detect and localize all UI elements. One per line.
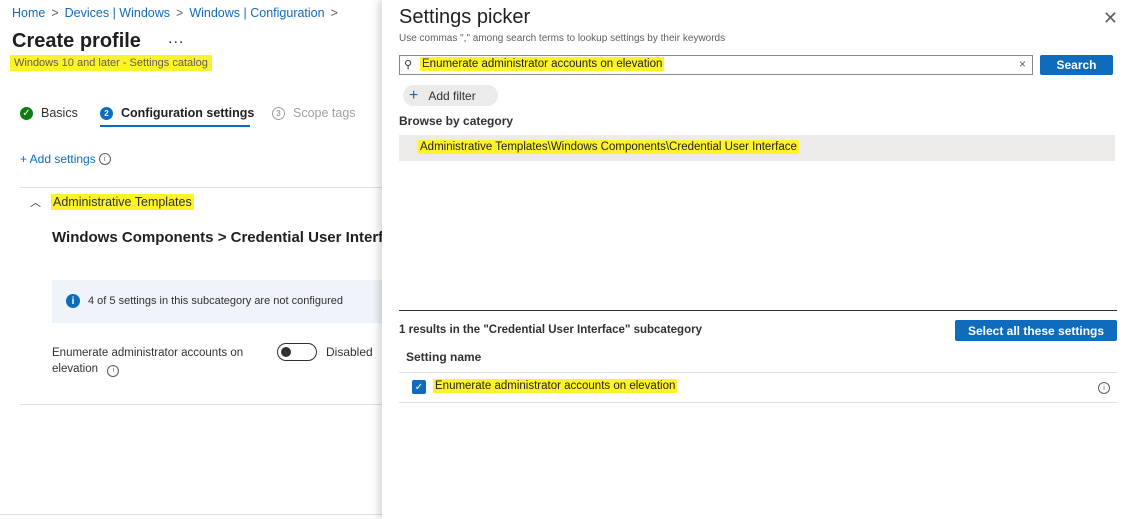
toggle-knob bbox=[281, 347, 291, 357]
step-label: Scope tags bbox=[293, 106, 356, 120]
add-settings-link[interactable]: + Add settings i bbox=[20, 152, 111, 166]
step-basics[interactable]: ✓ Basics bbox=[20, 106, 78, 120]
chevron-right-icon: > bbox=[51, 6, 59, 20]
divider bbox=[20, 404, 382, 405]
check-circle-icon: ✓ bbox=[20, 106, 33, 120]
active-step-underline bbox=[100, 125, 250, 127]
step-label: Basics bbox=[41, 106, 78, 120]
add-filter-button[interactable]: + Add filter bbox=[403, 85, 498, 106]
info-icon[interactable]: i bbox=[1098, 382, 1110, 394]
subcategory-title: Windows Components > Credential User Int… bbox=[52, 229, 409, 246]
setting-name: Enumerate administrator accounts on elev… bbox=[433, 379, 678, 393]
checkbox-checked-icon[interactable]: ✓ bbox=[412, 380, 426, 394]
info-message: 4 of 5 settings in this subcategory are … bbox=[88, 295, 343, 307]
divider bbox=[0, 514, 382, 515]
page-title: Create profile bbox=[12, 30, 141, 52]
breadcrumb: Home > Devices | Windows > Windows | Configu… bbox=[12, 6, 344, 20]
add-filter-label: Add filter bbox=[428, 88, 476, 103]
info-icon[interactable]: i bbox=[107, 365, 120, 377]
setting-label: Enumerate administrator accounts on elev… bbox=[52, 345, 262, 377]
panel-hint: Use commas "," among search terms to loo… bbox=[399, 33, 726, 44]
select-all-button[interactable]: Select all these settings bbox=[955, 320, 1117, 341]
step-number: 2 bbox=[100, 106, 113, 120]
close-icon[interactable]: ✕ bbox=[1103, 8, 1118, 29]
panel-title: Settings picker bbox=[399, 6, 531, 28]
breadcrumb-home[interactable]: Home bbox=[12, 6, 45, 20]
divider bbox=[20, 187, 382, 188]
chevron-right-icon: > bbox=[176, 6, 184, 20]
divider bbox=[399, 372, 1117, 373]
clear-icon[interactable]: × bbox=[1019, 57, 1026, 71]
toggle-state-label: Disabled bbox=[326, 345, 373, 359]
category-row[interactable]: Administrative Templates\Windows Compone… bbox=[399, 135, 1115, 161]
info-icon: i bbox=[66, 294, 80, 308]
settings-picker-panel: Settings picker ✕ Use commas "," among s… bbox=[382, 0, 1128, 519]
column-header-setting-name[interactable]: Setting name bbox=[406, 350, 481, 364]
plus-icon: + bbox=[409, 86, 419, 104]
breadcrumb-devices-windows[interactable]: Devices | Windows bbox=[65, 6, 170, 20]
create-profile-pane: Home > Devices | Windows > Windows | Configu… bbox=[0, 0, 408, 519]
search-input[interactable]: ⚲ Enumerate administrator accounts on el… bbox=[399, 55, 1033, 75]
add-settings-label: + Add settings bbox=[20, 152, 96, 166]
chevron-up-icon[interactable]: ︿ bbox=[30, 194, 41, 210]
page-subtitle: Windows 10 and later - Settings catalog bbox=[10, 55, 212, 71]
divider bbox=[399, 402, 1117, 403]
info-banner: i 4 of 5 settings in this subcategory ar… bbox=[52, 280, 382, 323]
info-icon[interactable]: i bbox=[98, 153, 111, 165]
divider bbox=[399, 310, 1117, 311]
category-name: Administrative Templates bbox=[51, 194, 194, 210]
chevron-right-icon: > bbox=[330, 6, 338, 20]
search-icon: ⚲ bbox=[404, 59, 413, 71]
step-number: 3 bbox=[272, 106, 285, 120]
more-options-button[interactable]: ... bbox=[168, 30, 184, 48]
search-button[interactable]: Search bbox=[1040, 55, 1113, 75]
browse-by-category-label: Browse by category bbox=[399, 114, 514, 128]
category-path: Administrative Templates\Windows Compone… bbox=[418, 140, 799, 154]
search-value[interactable]: Enumerate administrator accounts on elev… bbox=[420, 57, 665, 71]
step-configuration-settings[interactable]: 2 Configuration settings bbox=[100, 106, 254, 120]
breadcrumb-windows-configuration[interactable]: Windows | Configuration bbox=[189, 6, 324, 20]
step-label: Configuration settings bbox=[121, 106, 255, 120]
step-scope-tags[interactable]: 3 Scope tags bbox=[272, 106, 356, 120]
results-count: 1 results in the "Credential User Interf… bbox=[399, 324, 702, 336]
setting-name: Enumerate administrator accounts on elev… bbox=[52, 347, 244, 375]
setting-toggle[interactable] bbox=[277, 343, 317, 361]
category-header[interactable]: ︿ Administrative Templates bbox=[30, 194, 194, 210]
